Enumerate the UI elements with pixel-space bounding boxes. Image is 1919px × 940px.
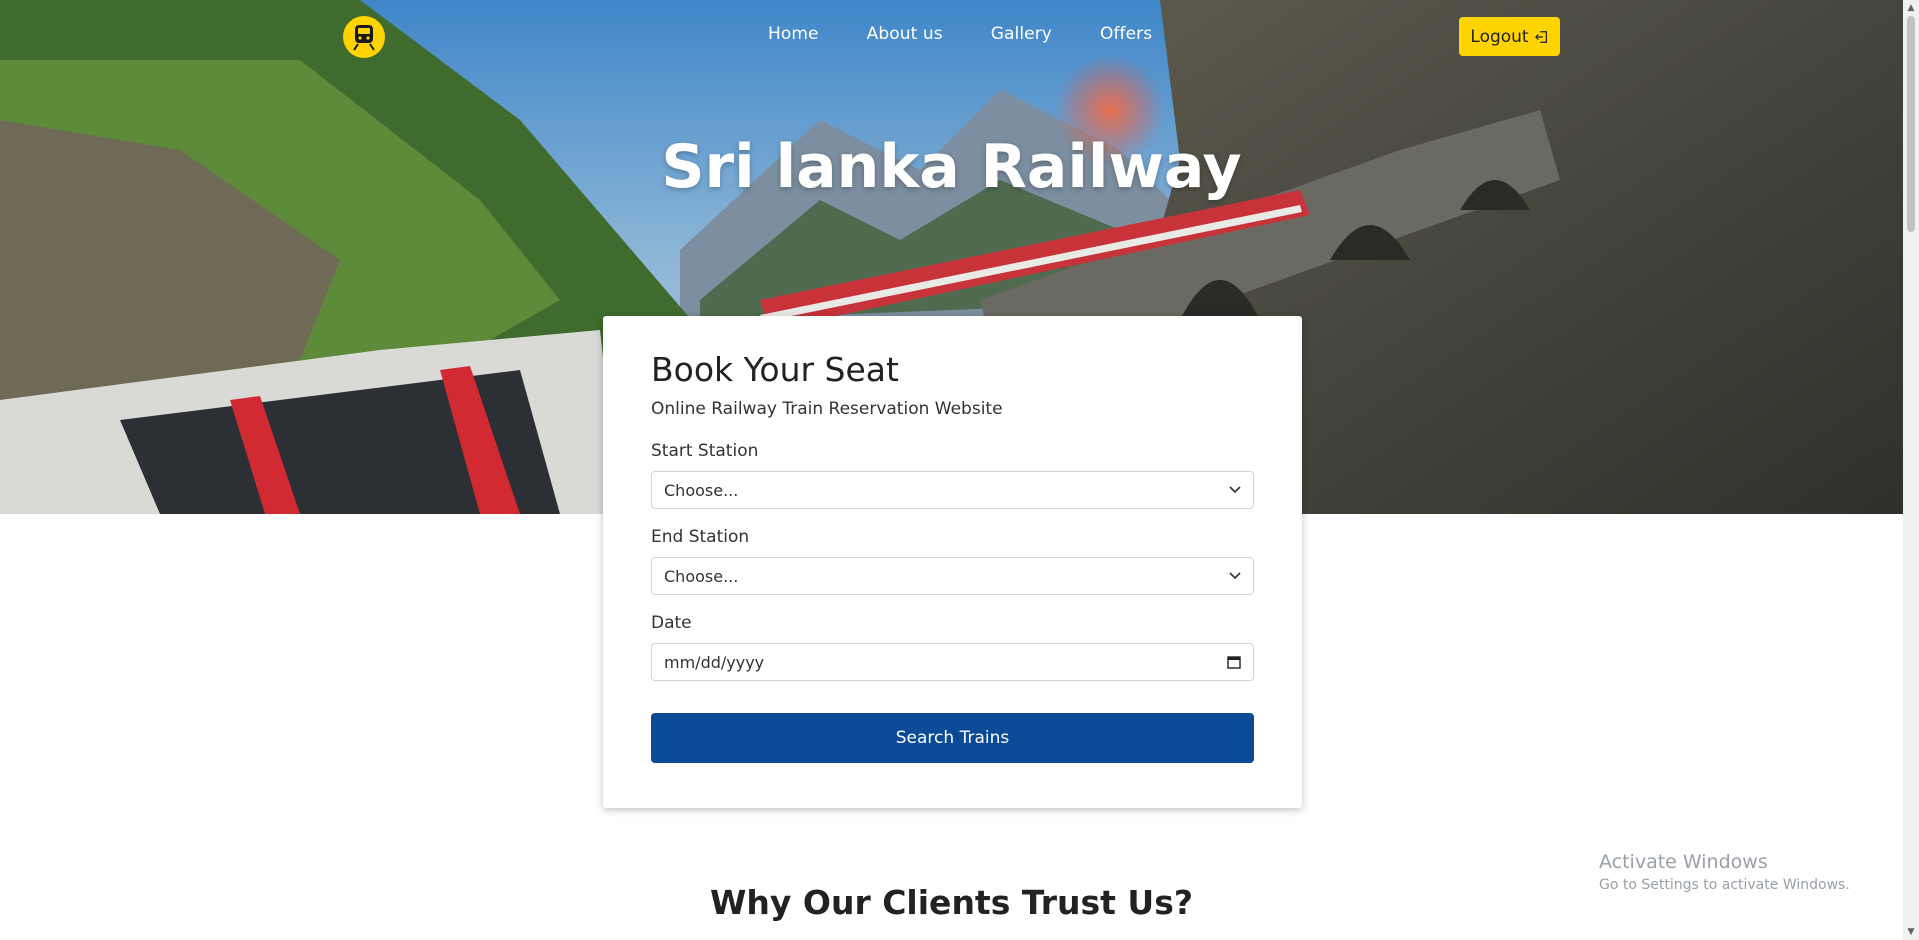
calendar-icon[interactable]: [1227, 655, 1241, 669]
hero-title: Sri lanka Railway: [661, 132, 1242, 202]
scroll-up-icon[interactable]: ▲: [1906, 3, 1916, 13]
windows-activation-watermark: Activate Windows Go to Settings to activ…: [1599, 851, 1850, 893]
nav-gallery[interactable]: Gallery: [991, 24, 1052, 44]
nav-home[interactable]: Home: [768, 24, 819, 44]
scroll-down-icon[interactable]: ▼: [1906, 927, 1916, 937]
end-station-select[interactable]: Choose...: [651, 557, 1254, 595]
end-station-label: End Station: [651, 527, 750, 547]
vertical-scrollbar[interactable]: ▲ ▼: [1903, 0, 1919, 940]
logout-button[interactable]: Logout: [1459, 17, 1560, 56]
logout-icon: [1534, 30, 1547, 43]
date-label: Date: [651, 613, 692, 633]
watermark-line1: Activate Windows: [1599, 851, 1768, 873]
date-input[interactable]: mm/dd/yyyy: [651, 643, 1254, 681]
date-placeholder: mm/dd/yyyy: [664, 652, 765, 672]
nav-offers[interactable]: Offers: [1100, 24, 1152, 44]
booking-card: Book Your Seat Online Railway Train Rese…: [603, 316, 1302, 808]
logout-label: Logout: [1470, 26, 1529, 47]
end-station-value: Choose...: [664, 566, 739, 586]
chevron-down-icon: [1229, 486, 1241, 494]
main-nav: Home About us Gallery Offers: [768, 24, 1200, 44]
watermark-line2: Go to Settings to activate Windows.: [1599, 877, 1850, 893]
start-station-label: Start Station: [651, 441, 759, 461]
scrollbar-thumb[interactable]: [1907, 16, 1915, 232]
booking-subtitle: Online Railway Train Reservation Website: [651, 399, 1003, 419]
nav-about-us[interactable]: About us: [867, 24, 943, 44]
train-logo[interactable]: [343, 16, 385, 58]
train-icon: [353, 25, 375, 51]
start-station-value: Choose...: [664, 480, 739, 500]
start-station-select[interactable]: Choose...: [651, 471, 1254, 509]
booking-title: Book Your Seat: [651, 350, 899, 389]
search-trains-button[interactable]: Search Trains: [651, 713, 1254, 763]
chevron-down-icon: [1229, 572, 1241, 580]
